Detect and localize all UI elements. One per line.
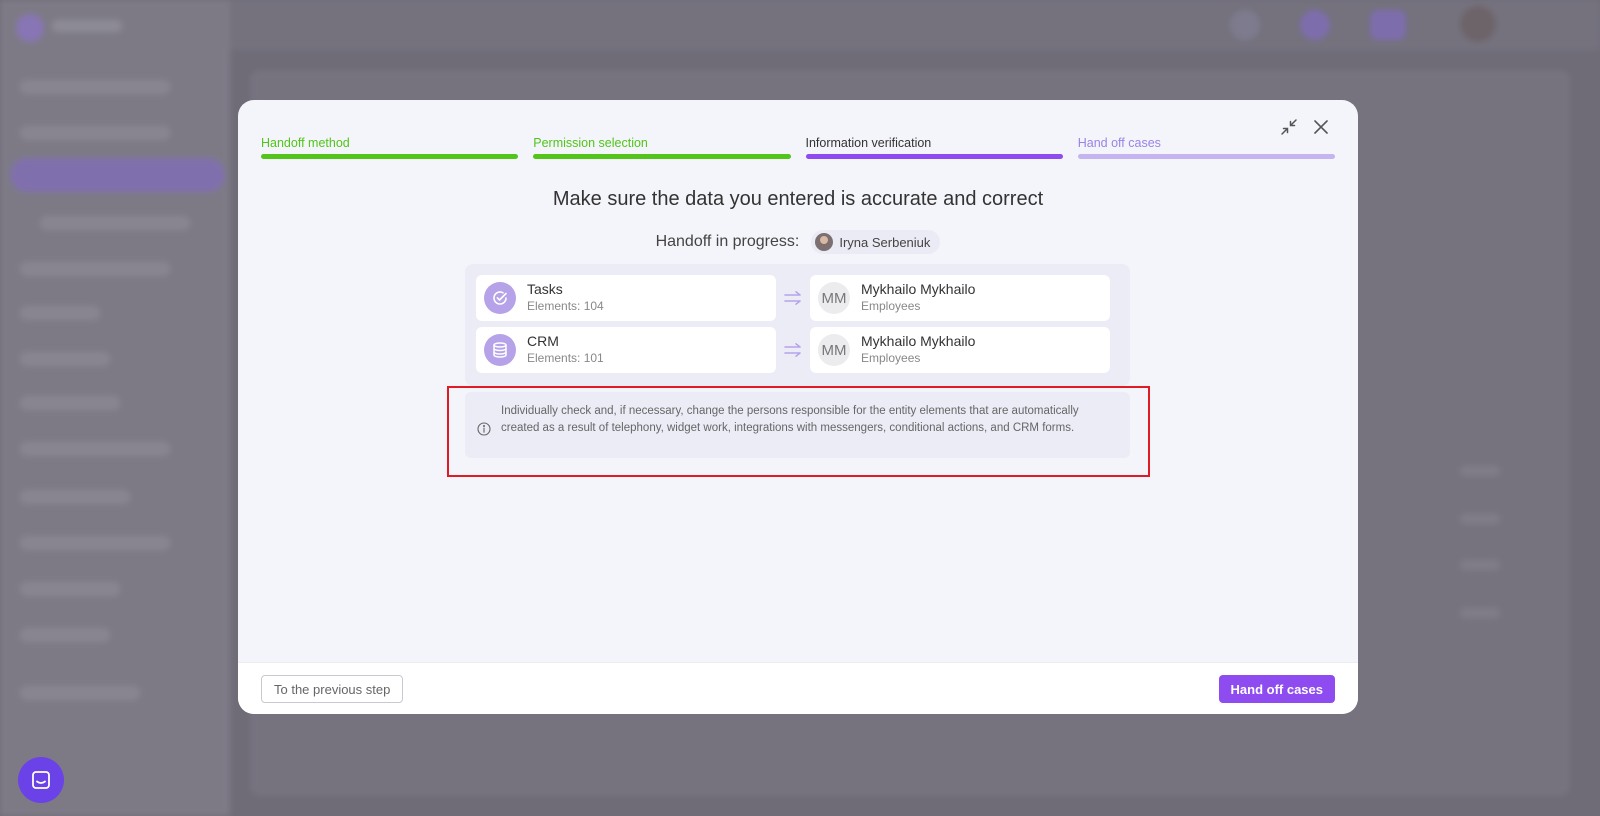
step-progress-bar: [1077, 154, 1335, 159]
assignee-card[interactable]: MM Mykhailo Mykhailo Employees: [810, 275, 1110, 321]
chat-launcher-button[interactable]: [18, 757, 64, 803]
handoff-label: Handoff in progress:: [655, 233, 800, 250]
close-icon[interactable]: [1310, 116, 1332, 138]
page-title: Make sure the data you entered is accura…: [552, 188, 1044, 210]
mapping-row-tasks: Tasks Elements: 104 MM Mykhailo Mykhailo…: [476, 275, 1119, 321]
info-icon: [473, 418, 495, 440]
check-circle-icon: [484, 282, 516, 314]
assignee-card[interactable]: MM Mykhailo Mykhailo Employees: [810, 327, 1110, 373]
assignee-role: Employees: [861, 351, 921, 365]
background-sidebar: [0, 0, 230, 816]
hand-off-cases-button[interactable]: Hand off cases: [1218, 675, 1335, 703]
info-notice: Individually check and, if necessary, ch…: [465, 392, 1130, 458]
modal-controls: [1278, 116, 1332, 138]
entity-card: Tasks Elements: 104: [476, 275, 776, 321]
avatar: MM: [818, 282, 850, 314]
step-label: Handoff method: [261, 136, 350, 150]
entity-mapping-list: Tasks Elements: 104 MM Mykhailo Mykhailo…: [465, 264, 1130, 386]
step-information-verification[interactable]: Information verification: [805, 136, 1063, 159]
modal-footer: To the previous step Hand off cases: [238, 662, 1358, 714]
entity-name: Tasks: [527, 281, 563, 297]
minimize-icon[interactable]: [1278, 116, 1300, 138]
arrow-right-icon: [776, 291, 810, 305]
entity-count: Elements: 104: [527, 299, 604, 313]
assignee-name: Mykhailo Mykhailo: [861, 333, 976, 349]
step-label: Permission selection: [533, 136, 648, 150]
mapping-row-crm: CRM Elements: 101 MM Mykhailo Mykhailo E…: [476, 327, 1119, 373]
avatar: MM: [818, 334, 850, 366]
step-handoff-method[interactable]: Handoff method: [261, 136, 519, 159]
entity-card: CRM Elements: 101: [476, 327, 776, 373]
handoff-modal: Handoff method Permission selection Info…: [238, 100, 1358, 714]
handoff-status: Handoff in progress: Iryna Serbeniuk: [238, 230, 1358, 254]
avatar: [815, 233, 834, 251]
user-name: Iryna Serbeniuk: [839, 234, 931, 250]
step-label: Hand off cases: [1077, 136, 1161, 150]
chat-icon: [32, 771, 50, 789]
step-progress-bar: [261, 154, 519, 159]
assignee-role: Employees: [861, 299, 921, 313]
entity-count: Elements: 101: [527, 351, 604, 365]
arrow-right-icon: [776, 343, 810, 357]
stepper: Handoff method Permission selection Info…: [261, 136, 1335, 159]
step-progress-bar: [805, 154, 1063, 159]
app-logo: [16, 14, 44, 42]
database-icon: [484, 334, 516, 366]
notice-text: Individually check and, if necessary, ch…: [501, 405, 1079, 434]
user-chip: Iryna Serbeniuk: [811, 230, 941, 254]
previous-step-button[interactable]: To the previous step: [261, 675, 404, 703]
entity-name: CRM: [527, 333, 559, 349]
step-permission-selection[interactable]: Permission selection: [533, 136, 791, 159]
assignee-name: Mykhailo Mykhailo: [861, 281, 976, 297]
background-topbar: [230, 0, 1600, 50]
step-hand-off-cases[interactable]: Hand off cases: [1077, 136, 1335, 159]
step-label: Information verification: [805, 136, 932, 150]
step-progress-bar: [533, 154, 791, 159]
